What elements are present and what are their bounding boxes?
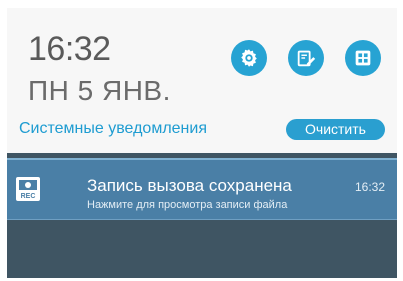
notification-title: Запись вызова сохранена — [87, 176, 292, 195]
rec-icon-label: REC — [21, 193, 36, 200]
system-notifications-title: Системные уведомления — [19, 120, 207, 137]
notification-shade-frame: 16:32 ПН 5 ЯНВ. Системные уведомления Оч… — [7, 8, 397, 278]
settings-gear-icon — [241, 49, 257, 67]
settings-button[interactable] — [231, 40, 267, 76]
edit-note-icon — [297, 50, 316, 67]
notification-subtitle: Нажмите для просмотра записи файла — [87, 199, 288, 211]
notification-shade-header: 16:32 ПН 5 ЯНВ. Системные уведомления Оч… — [7, 8, 397, 153]
rec-icon: REC — [16, 177, 40, 201]
clear-all-button[interactable]: Очистить — [286, 119, 385, 140]
quick-panel-button[interactable] — [345, 40, 381, 76]
edit-button[interactable] — [288, 40, 324, 76]
notification-time: 16:32 — [355, 180, 386, 194]
quick-panel-icon — [355, 50, 371, 66]
call-recording-notification[interactable]: REC Запись вызова сохранена Нажмите для … — [7, 158, 397, 220]
date-label: ПН 5 ЯНВ. — [28, 75, 171, 106]
clock-time: 16:32 — [28, 30, 111, 68]
